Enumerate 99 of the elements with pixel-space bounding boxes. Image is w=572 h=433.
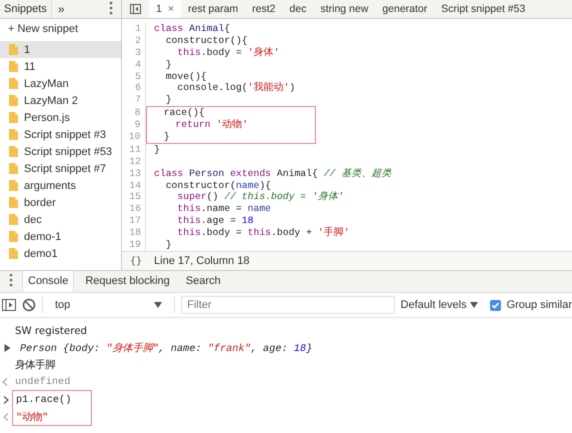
command-text: p1.race() [16,394,72,406]
menu-icon [9,273,13,287]
file-icon [9,197,18,208]
line-number: 18 [122,227,146,240]
editor-tab[interactable]: rest param [180,0,246,18]
file-icon [9,248,18,259]
code-line: super() // this.body = '身体' [176,191,344,204]
file-icon [9,146,18,157]
snippet-item[interactable]: Script snippet #7 [0,160,121,177]
code-line: move(){ [164,70,207,82]
sidebar-toggle-icon[interactable] [130,4,141,14]
file-icon [9,214,18,225]
code-line: class Person extends Animal{ // 基类、超类 [153,168,392,180]
editor-tab[interactable]: string new [313,0,376,18]
levels-dropdown[interactable]: Default levels [400,299,478,311]
line-number: 13 [122,168,146,180]
message-text: Person {body: "身体手脚", name: "frank", age: 18} [20,342,312,354]
menu-button[interactable] [109,0,113,18]
file-icon [9,163,18,174]
drawer-tab[interactable]: Request blocking [80,271,175,292]
line-number: 11 [122,144,146,156]
dropdown-arrow-icon [154,302,162,308]
code-line: return '动物' [174,119,248,132]
code-line: console.log('我能动') [176,82,296,94]
new-snippet-button[interactable]: + New snippet [0,19,121,41]
line-number: 16 [122,203,146,216]
code-line: race(){ [162,107,205,120]
code-line: constructor(){ [164,34,248,47]
file-icon [9,44,18,55]
code-line: this.body = '身体' [176,46,280,59]
drawer-tab[interactable]: Console [22,271,74,292]
line-number: 15 [122,191,146,204]
line-number: 6 [122,82,146,94]
file-icon [9,95,18,106]
snippet-item[interactable]: Script snippet #3 [0,126,121,143]
dropdown-arrow-icon [470,302,478,308]
line-number: 4 [122,58,146,71]
line-number: 1 [122,23,146,35]
editor-tab[interactable]: 1 × [149,0,181,18]
line-number: 7 [122,94,146,106]
clear-console-icon[interactable] [22,298,36,312]
code-line: constructor(name){ [164,180,272,192]
line-number: 5 [122,70,146,82]
line-number: 3 [122,46,146,59]
line-number: 8 [122,107,146,120]
snippet-item[interactable]: demo1 [0,245,121,262]
close-tab-button[interactable]: × [168,3,174,15]
editor-tab[interactable]: Script snippet #53 [434,0,532,18]
code-line: this.name = name [176,203,272,216]
line-number: 10 [122,131,146,143]
editor-tab[interactable]: generator [375,0,434,18]
file-icon [9,129,18,140]
snippet-item[interactable]: dec [0,211,121,228]
line-number: 14 [122,180,146,192]
editor-tab[interactable]: rest2 [245,0,283,18]
prompt-icon [3,396,10,404]
drawer-tab[interactable]: Search [180,271,226,292]
code-line: } [153,144,160,156]
code-line: this.body = this.body + '手脚' [176,227,350,240]
code-line: } [164,94,172,106]
file-icon [9,61,18,72]
filter-field[interactable]: Filter [181,296,395,314]
cursor-position: Line 17, Column 18 [154,255,250,267]
snippet-item[interactable]: LazyMan [0,75,121,92]
code-line: } [162,131,170,143]
file-icon [9,180,18,191]
panel-title: Snippets [0,0,52,18]
expand-triangle-icon[interactable] [4,344,11,352]
code-line: } [164,58,172,71]
file-icon [9,231,18,242]
snippet-item[interactable]: Person.js [0,109,121,126]
line-number: 17 [122,215,146,228]
code-line: this.age = 18 [176,215,254,228]
checkbox-label: Group similar [506,299,572,311]
message-text: "动物" [16,410,48,424]
code-line: } [164,239,172,251]
file-icon [9,112,18,123]
line-number: 12 [122,156,146,168]
snippet-item[interactable]: 11 [0,58,121,75]
message-text: SW registered [15,324,88,336]
context-dropdown[interactable]: top [48,299,168,311]
snippet-item[interactable]: arguments [0,177,121,194]
checkbox[interactable] [490,300,501,310]
line-number: 2 [122,34,146,47]
snippet-item[interactable]: Script snippet #53 [0,143,121,160]
snippet-item[interactable]: LazyMan 2 [0,92,121,109]
file-icon [9,78,18,89]
snippet-item[interactable]: 1 [0,41,121,58]
more-tabs-button[interactable]: » [52,2,70,16]
pretty-print-button[interactable]: {} [130,256,142,266]
menu-icon [109,0,113,14]
code-line: class Animal{ [153,23,230,35]
line-number: 9 [122,119,146,132]
message-text: undefined [15,376,70,388]
message-text: 身体手脚 [15,358,55,372]
snippet-item[interactable]: border [0,194,121,211]
snippet-item[interactable]: demo-1 [0,228,121,245]
editor-tab[interactable]: dec [282,0,314,18]
sidebar-toggle-icon[interactable] [2,298,16,312]
